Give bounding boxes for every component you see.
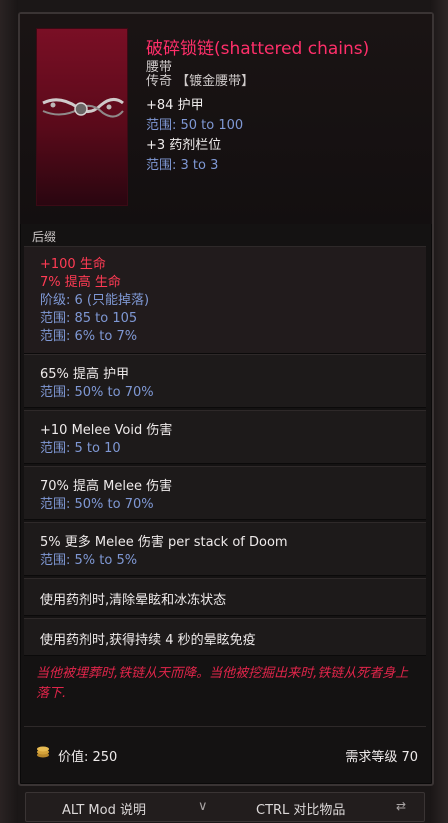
affix-row: 5% 更多 Melee 伤害 per stack of Doom 范围: 5% … [24, 522, 426, 576]
affix-line: 范围: 5 to 10 [40, 441, 121, 456]
affix-line: 范围: 5% to 5% [40, 553, 138, 568]
tooltip-header: 破碎锁链(shattered chains) 腰带 传奇 【镀金腰带】 +84 … [20, 14, 432, 224]
affix-line: 范围: 85 to 105 [40, 311, 138, 326]
affix-row: 65% 提高 护甲 范围: 50% to 70% [24, 354, 426, 408]
affix-row: 70% 提高 Melee 伤害 范围: 50% to 70% [24, 466, 426, 520]
affix-row: 使用药剂时,清除晕眩和冰冻状态 [24, 578, 426, 616]
affix-line: 范围: 50% to 70% [40, 385, 154, 400]
ctrl-compare-button[interactable]: CTRL 对比物品 [256, 799, 345, 818]
affix-line: 范围: 50% to 70% [40, 497, 154, 512]
alt-mod-info-button[interactable]: ALT Mod 说明 [62, 799, 146, 818]
coin-stack-icon [37, 746, 49, 758]
affix-row: +100 生命 7% 提高 生命 阶级: 6 (只能掉落) 范围: 85 to … [24, 246, 426, 354]
item-image-frame [36, 28, 128, 206]
item-name: 破碎锁链(shattered chains) [146, 39, 370, 59]
item-tooltip: 破碎锁链(shattered chains) 腰带 传奇 【镀金腰带】 +84 … [18, 12, 434, 786]
chevron-down-icon[interactable]: ∨ [198, 799, 208, 814]
chain-belt-icon [42, 98, 124, 118]
level-requirement: 需求等级 70 [345, 750, 418, 765]
item-rarity: 传奇 【镀金腰带】 [146, 74, 255, 89]
affix-row: +10 Melee Void 伤害 范围: 5 to 10 [24, 410, 426, 464]
background-left [0, 0, 18, 823]
affix-line: 65% 提高 护甲 [40, 367, 130, 382]
item-value: 价值: 250 [58, 750, 118, 765]
affix-line: 范围: 6% to 7% [40, 329, 138, 344]
footer-divider [24, 726, 426, 727]
affix-line: 使用药剂时,获得持续 4 秒的晕眩免疫 [40, 633, 256, 648]
affix-line: +100 生命 [40, 257, 106, 272]
compare-icon: ⇄ [396, 799, 407, 813]
affix-section-label: 后缀 [32, 230, 57, 244]
affix-line: +10 Melee Void 伤害 [40, 423, 173, 438]
hotkey-bar: ALT Mod 说明 ∨ CTRL 对比物品 ⇄ [25, 792, 425, 822]
affix-line: 70% 提高 Melee 伤害 [40, 479, 173, 494]
affix-row: 使用药剂时,获得持续 4 秒的晕眩免疫 [24, 618, 426, 656]
implicit-range-2: 范围: 3 to 3 [146, 158, 219, 173]
affix-line: 阶级: 6 (只能掉落) [40, 293, 150, 308]
lore-text: 当他被埋葬时,铁链从天而降。当他被挖掘出来时,铁链从死者身上落下. [36, 666, 409, 701]
implicit-stat-2: +3 药剂栏位 [146, 138, 222, 153]
affix-line: 5% 更多 Melee 伤害 per stack of Doom [40, 535, 288, 550]
implicit-stat-1: +84 护甲 [146, 98, 204, 113]
affix-line: 使用药剂时,清除晕眩和冰冻状态 [40, 593, 227, 608]
implicit-range-1: 范围: 50 to 100 [146, 118, 244, 133]
affix-line: 7% 提高 生命 [40, 275, 121, 290]
